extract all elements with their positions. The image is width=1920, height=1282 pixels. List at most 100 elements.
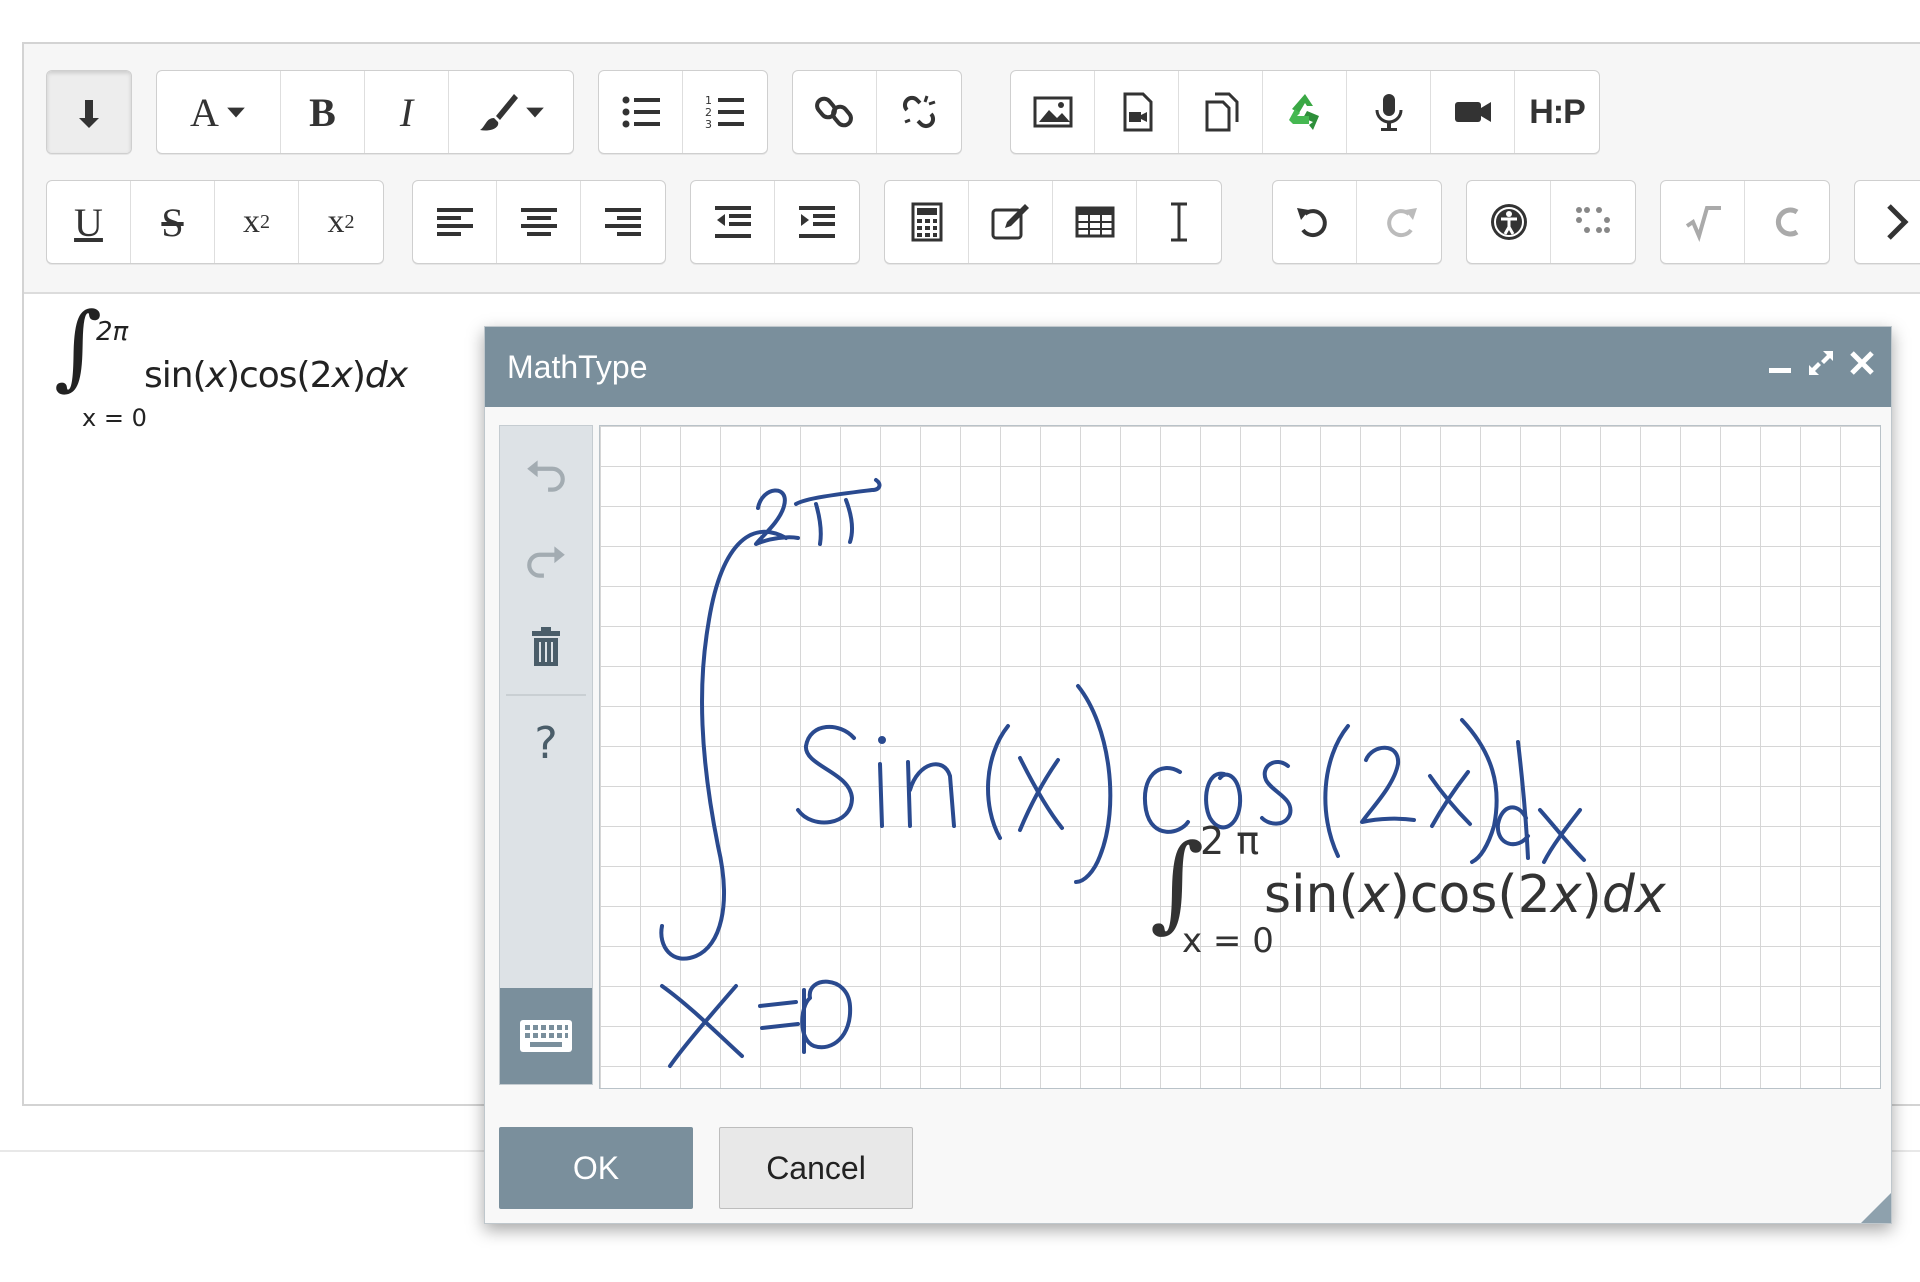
hw-help-button[interactable]: ? (500, 700, 592, 786)
accessibility-group (1466, 180, 1636, 264)
handwriting-side-panel: ? (499, 425, 593, 1085)
accessibility-checker-button[interactable] (1467, 181, 1551, 263)
underline-button[interactable]: U (47, 181, 131, 263)
lower-limit: x = 0 (82, 404, 147, 432)
edit-button[interactable] (969, 181, 1053, 263)
bullet-list-icon (622, 96, 660, 128)
recognized-lower-limit: x = 0 (1182, 921, 1274, 960)
h5p-button[interactable]: H:P (1515, 71, 1599, 153)
caret-down-icon (526, 107, 544, 118)
accessibility-icon (1490, 204, 1527, 240)
clear-formatting-button[interactable] (1137, 181, 1221, 263)
font-style-button[interactable]: A (157, 71, 281, 153)
handwritten-ink (659, 478, 1586, 1068)
cancel-button[interactable]: Cancel (719, 1127, 913, 1209)
align-left-button[interactable] (413, 181, 497, 263)
equation-button[interactable] (885, 181, 969, 263)
screenreader-helper-button[interactable] (1551, 181, 1635, 263)
brush-icon (480, 94, 518, 131)
more-tools-button[interactable] (1855, 181, 1920, 263)
redo-button[interactable] (1357, 181, 1441, 263)
square-root-icon (1685, 206, 1721, 242)
text-color-button[interactable] (449, 71, 573, 153)
document-formula[interactable]: ∫ 2π x = 0 sin(x)cos(2x)dx (34, 268, 434, 443)
integral-sign: ∫ (54, 293, 102, 400)
recycle-icon (1288, 94, 1319, 130)
dialog-window-controls (1767, 327, 1875, 407)
handwriting-canvas[interactable]: ∫ 2 π x = 0 sin(x)cos(2x)dx (599, 425, 1881, 1089)
table-button[interactable] (1053, 181, 1137, 263)
keyboard-mode-button[interactable] (500, 988, 592, 1084)
side-separator (506, 694, 586, 696)
caret-down-icon (227, 107, 245, 118)
braille-icon (1576, 207, 1610, 233)
toolbar-toggle-button[interactable] (47, 71, 131, 153)
bold-button[interactable]: B (281, 71, 365, 153)
script-format-group: U S x2 x2 (46, 180, 384, 264)
svg-text:3: 3 (705, 118, 712, 131)
integral-expression: ∫ 2π x = 0 sin(x)cos(2x)dx (54, 293, 410, 432)
mathtype-dialog: MathType ? ∫ 2 π x = 0 sin(x)cos(2x)dx O… (484, 326, 1892, 1224)
image-button[interactable] (1011, 71, 1095, 153)
ok-button[interactable]: OK (499, 1127, 693, 1209)
recognized-integral-expression: ∫ 2 π x = 0 sin(x)cos(2x)dx (1150, 819, 1667, 961)
outdent-button[interactable] (691, 181, 775, 263)
image-icon (1033, 96, 1072, 128)
minimize-icon[interactable] (1767, 350, 1793, 384)
numbered-list-icon: 123 (705, 94, 744, 131)
record-video-button[interactable] (1431, 71, 1515, 153)
subscript-label: 2 (260, 210, 270, 233)
undo-button[interactable] (1273, 181, 1357, 263)
redo-icon (527, 546, 565, 578)
unordered-list-button[interactable] (599, 71, 683, 153)
insert-group (884, 180, 1222, 264)
dialog-titlebar[interactable]: MathType (485, 327, 1891, 407)
superscript-label: 2 (344, 210, 355, 233)
outdent-icon (714, 206, 751, 238)
align-center-icon (520, 208, 557, 236)
recognized-upper-limit: 2 π (1200, 819, 1259, 863)
align-center-button[interactable] (497, 181, 581, 263)
unlink-icon (902, 95, 936, 129)
math-group (1660, 180, 1830, 264)
trash-icon (532, 627, 560, 666)
media-group: H:P (1010, 70, 1600, 154)
record-audio-button[interactable] (1347, 71, 1431, 153)
strikethrough-button[interactable]: S (131, 181, 215, 263)
unlink-button[interactable] (877, 71, 961, 153)
mathtype-button[interactable] (1661, 181, 1745, 263)
hw-undo-button[interactable] (500, 432, 592, 518)
link-button[interactable] (793, 71, 877, 153)
manage-files-button[interactable] (1179, 71, 1263, 153)
hw-redo-button[interactable] (500, 518, 592, 604)
ordered-list-button[interactable]: 123 (683, 71, 767, 153)
font-letter: A (190, 89, 219, 135)
italic-button[interactable]: I (365, 71, 449, 153)
recognized-formula: ∫ 2 π x = 0 sin(x)cos(2x)dx (1144, 800, 1844, 965)
text-format-group: A B I (156, 70, 574, 154)
hw-clear-button[interactable] (500, 604, 592, 690)
recycle-button[interactable] (1263, 71, 1347, 153)
align-right-icon (605, 208, 641, 236)
video-camera-icon (1454, 102, 1491, 122)
resize-handle[interactable] (1861, 1193, 1891, 1223)
maximize-icon[interactable] (1807, 349, 1835, 385)
indent-icon (799, 206, 835, 238)
chevron-right-icon (1887, 204, 1909, 240)
superscript-button[interactable]: x2 (299, 181, 383, 263)
microphone-icon (1375, 94, 1402, 131)
align-right-button[interactable] (581, 181, 665, 263)
align-left-icon (436, 208, 473, 236)
calculator-icon (911, 202, 942, 242)
text-cursor-icon (1171, 202, 1187, 242)
table-icon (1075, 206, 1114, 238)
chemtype-button[interactable] (1745, 181, 1829, 263)
media-file-icon (1123, 92, 1152, 132)
more-group (1854, 180, 1920, 264)
toolbar-toggle-group (46, 70, 132, 154)
subscript-button[interactable]: x2 (215, 181, 299, 263)
media-button[interactable] (1095, 71, 1179, 153)
undo-icon (527, 460, 565, 492)
close-icon[interactable] (1849, 350, 1875, 384)
indent-button[interactable] (775, 181, 859, 263)
